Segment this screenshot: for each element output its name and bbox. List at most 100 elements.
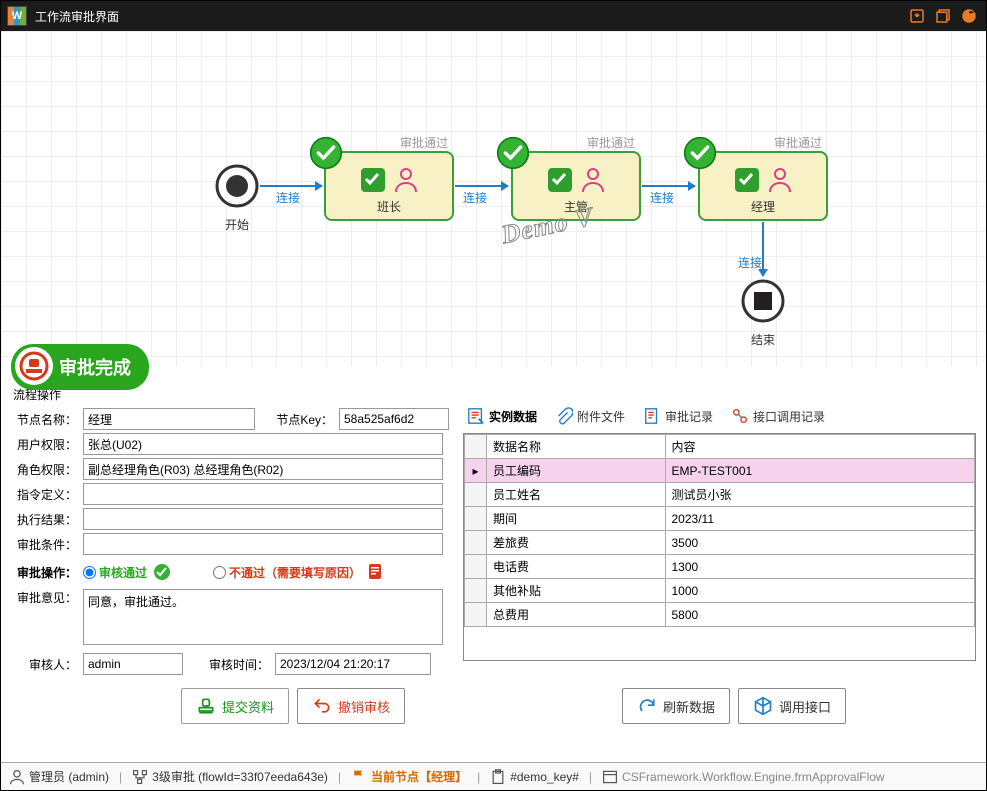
table-row[interactable]: 员工姓名测试员小张 <box>465 483 975 507</box>
label-user-perm: 用户权限： <box>11 436 77 453</box>
connector-label: 连接 <box>276 189 300 206</box>
input-node-name[interactable] <box>83 408 255 430</box>
cell-val: 5800 <box>665 603 975 627</box>
submit-button[interactable]: 提交资料 <box>181 688 289 724</box>
row-indicator: ▸ <box>465 459 487 483</box>
status-current-node: 当前节点【经理】 <box>351 768 467 785</box>
call-api-button[interactable]: 调用接口 <box>738 688 846 724</box>
label-node-name: 节点名称： <box>11 411 77 428</box>
data-icon <box>467 407 485 425</box>
table-row[interactable]: 其他补贴1000 <box>465 579 975 603</box>
status-demo-key: #demo_key# <box>490 769 579 785</box>
workflow-canvas[interactable]: 开始 连接 审批通过 班长 连接 审批通过 主管 连接 审批通过 经理 <box>1 31 986 366</box>
data-table-container[interactable]: 数据名称 内容 ▸员工编码EMP-TEST001员工姓名测试员小张期间2023/… <box>463 433 976 661</box>
cube-icon <box>753 696 773 716</box>
table-row[interactable]: 期间2023/11 <box>465 507 975 531</box>
check-icon <box>309 136 343 170</box>
person-icon <box>393 166 419 194</box>
input-cmd-def[interactable] <box>83 483 443 505</box>
fail-doc-icon <box>367 563 385 581</box>
textarea-opinion[interactable] <box>83 589 443 645</box>
right-panel: 实例数据 附件文件 审批记录 接口调用记录 <box>463 405 976 661</box>
input-role-perm[interactable] <box>83 458 443 480</box>
cell-key: 期间 <box>487 507 666 531</box>
label-node-key: 节点Key： <box>267 411 333 428</box>
flag-icon <box>351 769 367 785</box>
check-icon <box>496 136 530 170</box>
tab-attachments[interactable]: 附件文件 <box>555 407 625 425</box>
input-exec-result[interactable] <box>83 508 443 530</box>
bottom-buttons: 提交资料 撤销审核 刷新数据 调用接口 <box>1 688 986 724</box>
cell-key: 其他补贴 <box>487 579 666 603</box>
revoke-button[interactable]: 撤销审核 <box>297 688 405 724</box>
pass-label: 审批通过 <box>587 134 635 151</box>
statusbar: 管理员 (admin) | 3级审批 (flowId=33f07eeda643e… <box>1 762 986 790</box>
row-indicator <box>465 603 487 627</box>
flow-icon <box>132 769 148 785</box>
table-row[interactable]: 差旅费3500 <box>465 531 975 555</box>
cell-key: 总费用 <box>487 603 666 627</box>
import-button[interactable] <box>906 5 928 27</box>
refresh-icon <box>637 696 657 716</box>
app-icon: W <box>7 6 27 26</box>
window-title: 工作流审批界面 <box>35 8 902 25</box>
clipboard-icon <box>490 769 506 785</box>
radio-fail[interactable]: 不通过（需要填写原因） <box>213 564 361 581</box>
col-header-name[interactable]: 数据名称 <box>487 435 666 459</box>
start-node[interactable]: 开始 <box>214 163 260 233</box>
task-label: 班长 <box>377 198 401 215</box>
input-audit-time[interactable] <box>275 653 431 675</box>
input-user-perm[interactable] <box>83 433 443 455</box>
maximize-button[interactable] <box>932 5 954 27</box>
label-cmd-def: 指令定义： <box>11 486 77 503</box>
tabs: 实例数据 附件文件 审批记录 接口调用记录 <box>463 405 976 433</box>
close-button[interactable] <box>958 5 980 27</box>
label-opinion: 审批意见： <box>11 589 77 606</box>
task-node-3[interactable]: 审批通过 经理 <box>698 151 828 221</box>
cell-val: 3500 <box>665 531 975 555</box>
row-indicator <box>465 579 487 603</box>
stamp-icon <box>15 347 53 385</box>
input-approve-cond[interactable] <box>83 533 443 555</box>
titlebar: W 工作流审批界面 <box>1 1 986 31</box>
label-auditor: 审核人： <box>11 656 77 673</box>
tab-approval-log[interactable]: 审批记录 <box>643 407 713 425</box>
cell-val: 测试员小张 <box>665 483 975 507</box>
row-indicator-header <box>465 435 487 459</box>
approval-done-label: 审批完成 <box>59 358 131 378</box>
cell-key: 差旅费 <box>487 531 666 555</box>
pass-label: 审批通过 <box>774 134 822 151</box>
refresh-button[interactable]: 刷新数据 <box>622 688 730 724</box>
row-indicator <box>465 555 487 579</box>
tab-instance-data[interactable]: 实例数据 <box>467 407 537 425</box>
task-label: 经理 <box>751 198 775 215</box>
cell-val: 1300 <box>665 555 975 579</box>
table-row[interactable]: ▸员工编码EMP-TEST001 <box>465 459 975 483</box>
tab-api-log[interactable]: 接口调用记录 <box>731 407 825 425</box>
groupbox-title: 流程操作 <box>13 386 976 403</box>
cell-val: 1000 <box>665 579 975 603</box>
task-icon <box>359 166 387 194</box>
end-node[interactable]: 结束 <box>740 278 786 348</box>
cell-val: EMP-TEST001 <box>665 459 975 483</box>
task-node-1[interactable]: 审批通过 班长 <box>324 151 454 221</box>
attachment-icon <box>555 407 573 425</box>
label-approve-cond: 审批条件： <box>11 536 77 553</box>
col-header-value[interactable]: 内容 <box>665 435 975 459</box>
input-node-key[interactable] <box>339 408 449 430</box>
row-indicator <box>465 507 487 531</box>
status-flow: 3级审批 (flowId=33f07eeda643e) <box>132 768 328 785</box>
label-role-perm: 角色权限： <box>11 461 77 478</box>
undo-icon <box>312 696 332 716</box>
label-audit-time: 审核时间： <box>197 656 269 673</box>
connector-label: 连接 <box>650 189 674 206</box>
input-auditor[interactable] <box>83 653 183 675</box>
table-row[interactable]: 总费用5800 <box>465 603 975 627</box>
radio-pass[interactable]: 审核通过 <box>83 564 147 581</box>
connector <box>642 185 695 187</box>
check-icon <box>683 136 717 170</box>
table-row[interactable]: 电话费1300 <box>465 555 975 579</box>
connector <box>762 222 764 276</box>
left-form: 节点名称： 节点Key： 用户权限： 角色权限： 指令定义： 执行结果： <box>11 405 451 678</box>
pass-icon <box>153 563 171 581</box>
